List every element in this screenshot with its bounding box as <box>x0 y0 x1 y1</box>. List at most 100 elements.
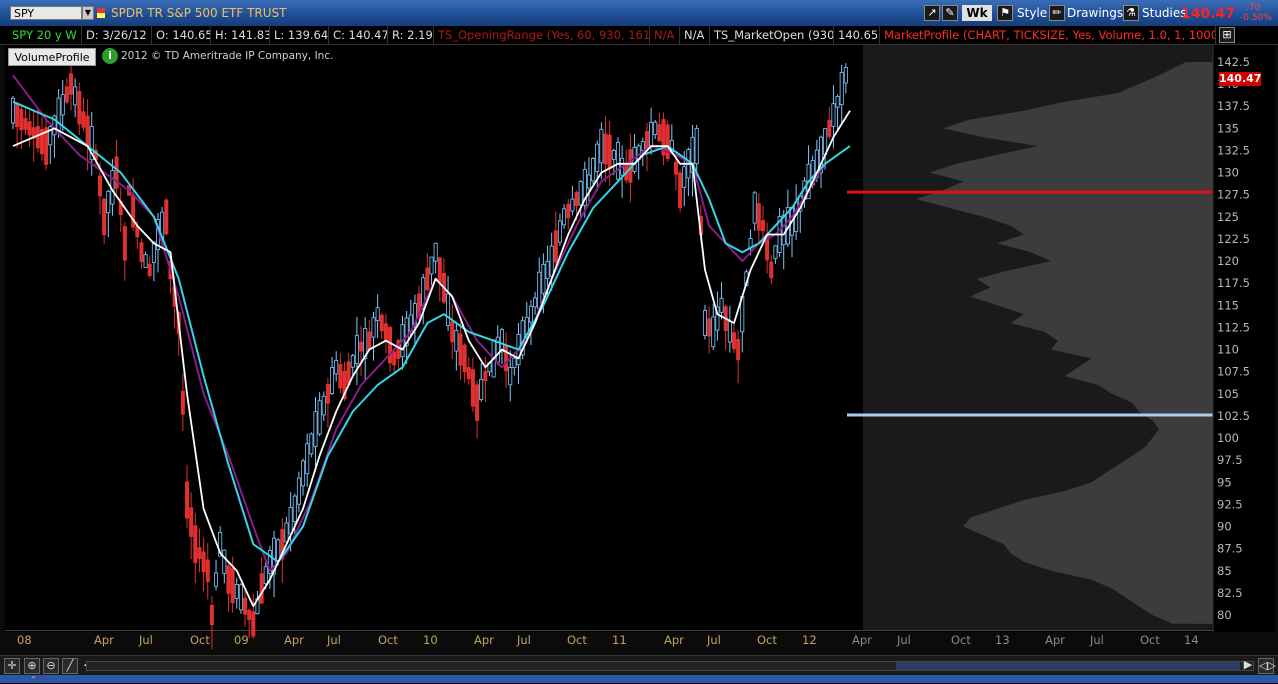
time-axis-tick: Apr <box>852 633 872 647</box>
candle-body <box>644 130 649 150</box>
price-axis-tick: 117.5 <box>1217 276 1250 290</box>
study-market-open-value: 140.65 <box>834 26 880 44</box>
chart-settings-icon[interactable]: ⊞ <box>1219 27 1235 43</box>
candle-body <box>504 345 509 372</box>
candle-body <box>214 572 219 587</box>
candle-body <box>230 567 235 604</box>
time-axis-tick: Jul <box>516 633 531 647</box>
candle-body <box>259 573 264 604</box>
candle-body <box>296 477 301 505</box>
price-axis-tick: 80 <box>1217 608 1232 622</box>
candle-body <box>19 108 24 131</box>
draw-line-icon[interactable]: ╱ <box>62 658 78 674</box>
study-market-open[interactable]: TS_MarketOpen (930) <box>710 26 834 44</box>
candle-body <box>317 400 322 435</box>
price-axis-tick: 95 <box>1217 475 1232 489</box>
study-opening-range-value-1: N/A <box>650 26 680 44</box>
expand-icon[interactable]: ◁▷ <box>1258 658 1276 674</box>
candle-body <box>222 549 227 575</box>
time-axis-tick: Oct <box>190 633 210 647</box>
symbol-flag-icon <box>97 8 105 18</box>
wrench-icon[interactable]: ✎ <box>942 5 958 21</box>
candle-body <box>475 384 480 421</box>
symbol-period: SPY 20 y W <box>8 26 82 44</box>
candle-body <box>276 539 281 561</box>
pencil-icon[interactable]: ✏ <box>1049 5 1065 21</box>
candle-body <box>839 72 844 106</box>
candle-body <box>673 161 678 175</box>
candle-body <box>321 395 326 416</box>
symbol-dropdown-icon[interactable]: ▼ <box>82 6 94 20</box>
drawings-button[interactable]: Drawings <box>1067 4 1123 22</box>
candle-body <box>139 242 144 263</box>
volume-profile-button[interactable]: VolumeProfile <box>8 48 96 66</box>
price-axis-tick: 130 <box>1217 166 1239 180</box>
candle-body <box>479 378 484 400</box>
zoom-in-icon[interactable]: ⊕ <box>24 658 40 674</box>
bar-high: H: 141.83 <box>211 26 270 44</box>
candle-body <box>73 86 78 106</box>
study-opening-range[interactable]: TS_OpeningRange (Yes, 60, 930, 1615) <box>434 26 650 44</box>
info-icon[interactable]: i <box>102 48 118 64</box>
crosshair-icon[interactable]: ↗ <box>924 5 940 21</box>
studies-icon[interactable]: ⚗ <box>1123 5 1139 21</box>
time-scrollbar-thumb[interactable] <box>896 662 1240 670</box>
study-market-profile[interactable]: MarketProfile (CHART, TICKSIZE, Yes, Vol… <box>880 26 1216 44</box>
candle-body <box>843 67 848 84</box>
aggregation-button[interactable]: Wk <box>962 5 992 21</box>
bar-range: R: 2.19 <box>388 26 434 44</box>
candle-body <box>189 507 194 537</box>
zoom-out-icon[interactable]: ⊖ <box>43 658 59 674</box>
time-axis-tick: Apr <box>664 633 684 647</box>
candle-body <box>752 192 757 224</box>
time-axis-tick: 13 <box>995 633 1010 647</box>
candle-body <box>197 547 202 559</box>
price-axis-tick: 137.5 <box>1217 99 1250 113</box>
candle-body <box>702 310 707 336</box>
time-axis-tick: Jul <box>138 633 153 647</box>
price-axis-tick: 125 <box>1217 210 1239 224</box>
candle-body <box>392 351 397 366</box>
candle-body <box>193 525 198 564</box>
studies-button[interactable]: Studies <box>1142 4 1187 22</box>
status-bar <box>0 675 1278 683</box>
candle-body <box>102 198 107 236</box>
candle-body <box>292 495 297 522</box>
candle-body <box>205 559 210 582</box>
price-axis-tick: 90 <box>1217 520 1232 534</box>
scroll-right-icon[interactable]: ▶ <box>1240 658 1256 674</box>
candle-body <box>305 443 310 475</box>
time-axis-tick: Jul <box>706 633 721 647</box>
candle-body <box>574 192 579 207</box>
pan-icon[interactable]: ✛ <box>4 658 20 674</box>
collapse-arrow-icon[interactable]: ⌃ <box>30 676 37 684</box>
chart-canvas: 142.5140137.5135132.5130127.5125122.5120… <box>5 45 1275 650</box>
bar-date: D: 3/26/12 <box>82 26 152 44</box>
time-axis-tick: 12 <box>802 633 817 647</box>
candle-body <box>98 175 103 197</box>
study-opening-range-value-2: N/A <box>680 26 710 44</box>
candle-body <box>56 97 61 133</box>
candle-body <box>359 341 364 352</box>
last-price-tag: 140.47 <box>1219 72 1262 86</box>
candle-body <box>64 86 69 103</box>
style-icon[interactable]: ⚑ <box>997 5 1013 21</box>
candle-body <box>731 332 736 350</box>
time-axis-tick: 08 <box>17 633 32 647</box>
chart-info-bar: SPY 20 y W D: 3/26/12 O: 140.65 H: 141.8… <box>0 26 1278 45</box>
candle-body <box>81 111 86 128</box>
style-button[interactable]: Style <box>1017 4 1047 22</box>
price-axis-tick: 82.5 <box>1217 586 1243 600</box>
candle-body <box>499 329 504 353</box>
time-axis-tick: Oct <box>757 633 777 647</box>
symbol-input[interactable]: SPY <box>10 6 82 20</box>
candle-body <box>209 604 214 626</box>
price-axis-tick: 97.5 <box>1217 453 1243 467</box>
price-axis-tick: 127.5 <box>1217 188 1250 202</box>
time-axis-tick: Jul <box>1089 633 1104 647</box>
candle-body <box>201 551 206 573</box>
candle-body <box>334 360 339 375</box>
candle-body <box>599 128 604 164</box>
candle-body <box>736 338 741 361</box>
price-chart[interactable]: 142.5140137.5135132.5130127.5125122.5120… <box>5 45 1275 650</box>
